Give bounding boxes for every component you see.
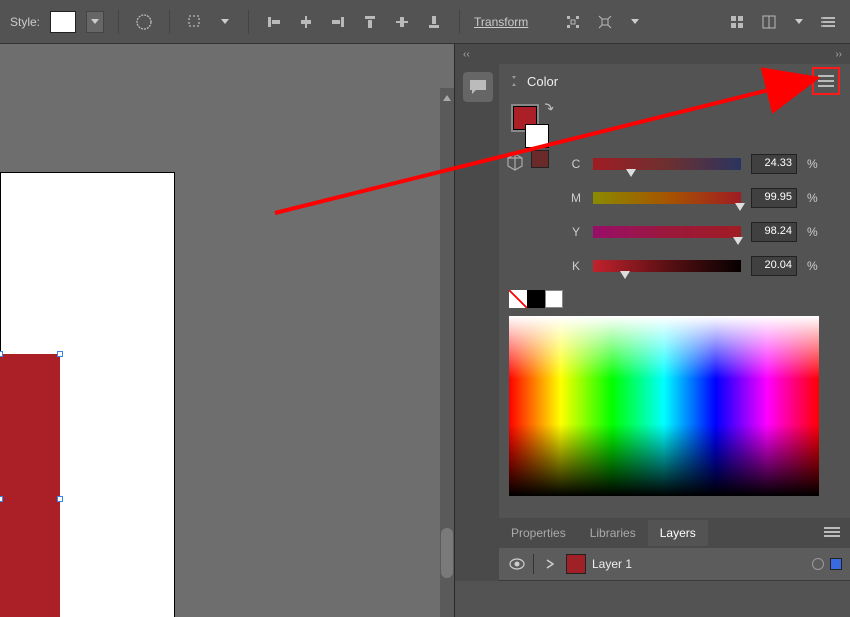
right-panel-dock: ‹‹ ›› Color bbox=[454, 44, 850, 617]
expand-layer[interactable] bbox=[540, 559, 560, 569]
stroke-swatch[interactable] bbox=[525, 124, 549, 148]
selection-handle[interactable] bbox=[57, 351, 63, 357]
eye-icon bbox=[509, 558, 525, 570]
slider-y-value[interactable]: 98.24 bbox=[751, 222, 797, 242]
scroll-thumb[interactable] bbox=[441, 528, 453, 578]
color-tab[interactable]: Color bbox=[527, 74, 558, 89]
style-label: Style: bbox=[10, 15, 40, 29]
tab-properties[interactable]: Properties bbox=[499, 520, 578, 546]
crop-dropdown[interactable] bbox=[216, 11, 234, 33]
edit-contents-icon[interactable] bbox=[594, 11, 616, 33]
slider-k: K 20.04 % bbox=[569, 256, 840, 276]
snap-dropdown[interactable] bbox=[790, 11, 808, 33]
layers-panel-menu[interactable] bbox=[814, 520, 850, 547]
edit-dropdown[interactable] bbox=[626, 11, 644, 33]
list-icon[interactable] bbox=[818, 11, 840, 33]
vertical-scrollbar[interactable] bbox=[440, 88, 454, 617]
crop-icon[interactable] bbox=[184, 11, 206, 33]
slider-k-value[interactable]: 20.04 bbox=[751, 256, 797, 276]
slider-thumb[interactable] bbox=[626, 169, 636, 177]
align-right-icon[interactable] bbox=[327, 11, 349, 33]
fill-stroke-swatches[interactable] bbox=[513, 106, 553, 146]
slider-thumb[interactable] bbox=[620, 271, 630, 279]
snap-icon[interactable] bbox=[758, 11, 780, 33]
slider-m-track[interactable] bbox=[593, 192, 741, 204]
panel-collapse-bar[interactable]: ‹‹ ›› bbox=[455, 44, 850, 64]
slider-thumb[interactable] bbox=[733, 237, 743, 245]
chevron-down-icon bbox=[91, 19, 99, 25]
3d-color-icon[interactable] bbox=[505, 152, 525, 172]
slider-c-value[interactable]: 24.33 bbox=[751, 154, 797, 174]
isolate-icon[interactable] bbox=[562, 11, 584, 33]
collapse-right-icon[interactable]: ›› bbox=[835, 49, 842, 60]
white-swatch[interactable] bbox=[545, 290, 563, 308]
tab-libraries[interactable]: Libraries bbox=[578, 520, 648, 546]
target-icon[interactable] bbox=[812, 558, 824, 570]
chevron-down-icon bbox=[795, 19, 803, 25]
layer-thumbnail[interactable] bbox=[566, 554, 586, 574]
slider-c: C 24.33 % bbox=[569, 154, 840, 174]
layers-panel-tabs: Properties Libraries Layers bbox=[499, 518, 850, 548]
slider-y: Y 98.24 % bbox=[569, 222, 840, 242]
transform-link[interactable]: Transform bbox=[474, 15, 528, 29]
options-toolbar: Style: Transform bbox=[0, 0, 850, 44]
selection-handle[interactable] bbox=[57, 496, 63, 502]
color-panel-header: Color bbox=[499, 64, 850, 98]
chevron-right-icon bbox=[546, 559, 554, 569]
style-swatch[interactable] bbox=[50, 11, 76, 33]
quick-swatches bbox=[509, 290, 840, 308]
tab-layers[interactable]: Layers bbox=[648, 520, 708, 546]
swap-fill-stroke-icon[interactable] bbox=[543, 102, 557, 116]
style-dropdown[interactable] bbox=[86, 11, 104, 33]
recolor-icon[interactable] bbox=[133, 11, 155, 33]
grid-icon[interactable] bbox=[726, 11, 748, 33]
slider-thumb[interactable] bbox=[735, 203, 745, 211]
align-center-v-icon[interactable] bbox=[391, 11, 413, 33]
scroll-up-icon[interactable] bbox=[441, 92, 453, 104]
color-spectrum[interactable] bbox=[509, 316, 819, 496]
align-center-h-icon[interactable] bbox=[295, 11, 317, 33]
selection-handle[interactable] bbox=[0, 496, 3, 502]
last-color-swatch[interactable] bbox=[531, 150, 549, 168]
selection-color-swatch[interactable] bbox=[830, 558, 842, 570]
selection-handle[interactable] bbox=[0, 351, 3, 357]
panel-drag-icon[interactable] bbox=[509, 75, 519, 87]
none-swatch[interactable] bbox=[509, 290, 527, 308]
align-bottom-icon[interactable] bbox=[423, 11, 445, 33]
slider-c-track[interactable] bbox=[593, 158, 741, 170]
black-swatch[interactable] bbox=[527, 290, 545, 308]
chevron-down-icon bbox=[221, 19, 229, 25]
canvas-area[interactable] bbox=[0, 44, 454, 617]
layer-name[interactable]: Layer 1 bbox=[592, 557, 806, 571]
visibility-toggle[interactable] bbox=[507, 558, 527, 570]
comment-panel-icon[interactable] bbox=[463, 72, 493, 102]
slider-m-value[interactable]: 99.95 bbox=[751, 188, 797, 208]
slider-k-track[interactable] bbox=[593, 260, 741, 272]
align-left-icon[interactable] bbox=[263, 11, 285, 33]
color-panel-menu-button[interactable] bbox=[812, 67, 840, 95]
layer-row[interactable]: Layer 1 bbox=[499, 548, 850, 581]
slider-y-track[interactable] bbox=[593, 226, 741, 238]
align-top-icon[interactable] bbox=[359, 11, 381, 33]
selected-rectangle[interactable] bbox=[0, 354, 60, 617]
slider-m: M 99.95 % bbox=[569, 188, 840, 208]
chevron-down-icon bbox=[631, 19, 639, 25]
collapse-left-icon[interactable]: ‹‹ bbox=[463, 49, 470, 60]
